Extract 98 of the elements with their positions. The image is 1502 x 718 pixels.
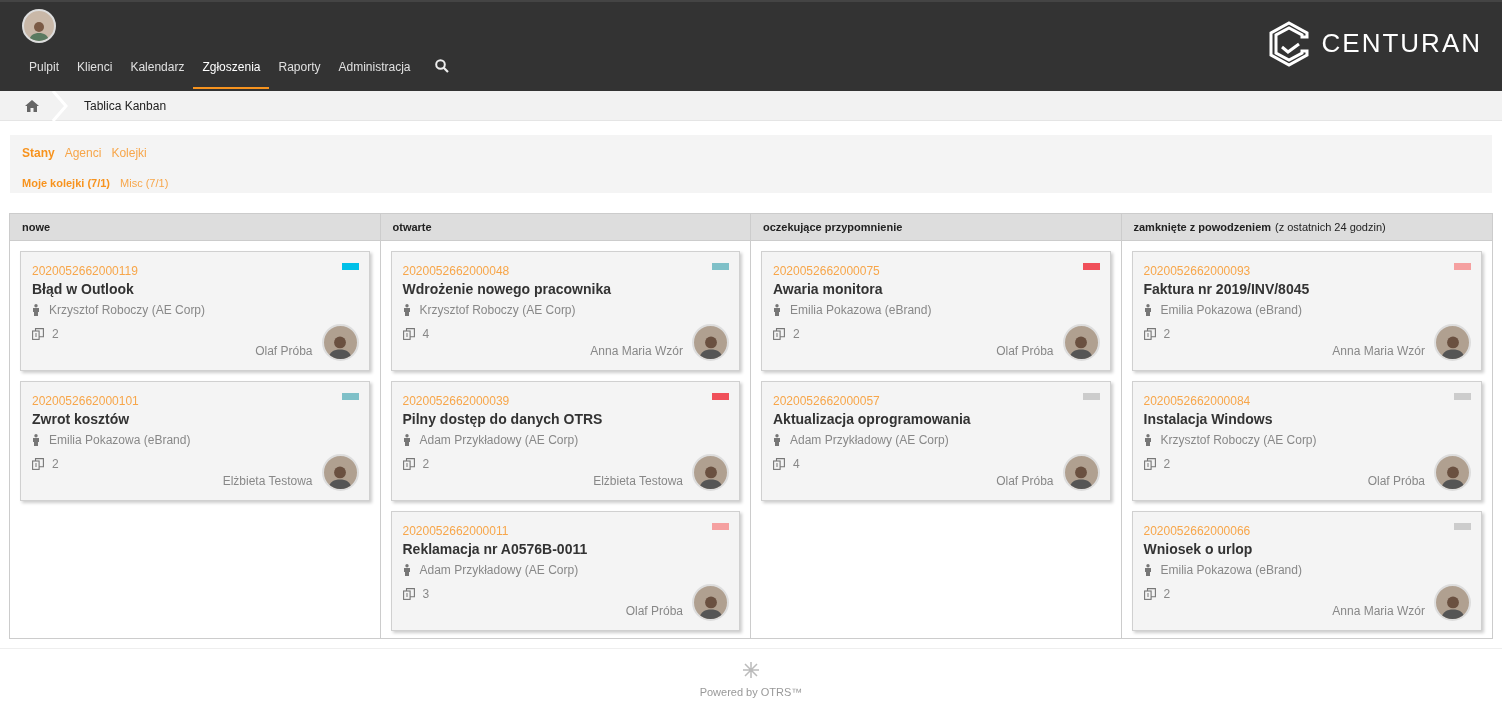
customer-name: Adam Przykładowy (AE Corp) xyxy=(790,432,949,449)
column-title: otwarte xyxy=(392,219,432,235)
person-icon xyxy=(773,304,781,316)
articles-icon xyxy=(32,458,44,470)
customer-name: Adam Przykładowy (AE Corp) xyxy=(419,562,579,579)
article-count: 4 xyxy=(422,326,430,343)
owner-avatar xyxy=(692,324,729,361)
breadcrumb-link[interactable]: Tablica Kanban xyxy=(84,96,167,115)
ticket-title: Reklamacja nr A0576B-0011 xyxy=(402,540,589,558)
owner-avatar xyxy=(692,584,729,621)
ticket-card[interactable]: 2020052662000011 Reklamacja nr A0576B-0011 Adam Przykładowy (AE Corp) 3 Olaf Próba xyxy=(390,511,740,631)
ticket-card[interactable]: 2020052662000057 Aktualizacja oprogramowania Adam Przykładowy (AE Corp) 4 Olaf Próba xyxy=(761,381,1111,501)
customer-name: Emilia Pokazowa (eBrand) xyxy=(790,302,932,319)
articles-icon xyxy=(1143,458,1156,470)
ticket-title: Faktura nr 2019/INV/8045 xyxy=(1143,280,1311,298)
owner-name: Elżbieta Testowa xyxy=(222,473,313,490)
ticket-title: Aktualizacja oprogramowania xyxy=(773,410,972,428)
ticket-card[interactable]: 2020052662000119 Błąd w Outlook Krzysztof Roboczy (AE Corp) 2 Olaf Próba xyxy=(20,251,370,371)
ticket-title: Zwrot kosztów xyxy=(32,410,131,428)
owner-name: Olaf Próba xyxy=(255,343,313,360)
ticket-card[interactable]: 2020052662000066 Wniosek o urlop Emilia Pokazowa (eBrand) 2 Anna Maria Wzór xyxy=(1131,511,1482,631)
column-title: nowe xyxy=(22,219,51,235)
person-icon xyxy=(773,434,781,446)
article-count: 2 xyxy=(1163,326,1171,343)
customer-name: Emilia Pokazowa (eBrand) xyxy=(1160,302,1302,319)
owner-name: Olaf Próba xyxy=(996,343,1054,360)
owner-avatar xyxy=(1434,454,1471,491)
nav-tab[interactable]: Administracja xyxy=(329,56,420,89)
person-icon xyxy=(32,434,40,446)
nav-tab[interactable]: Zgłoszenia xyxy=(193,56,270,89)
home-icon[interactable] xyxy=(25,99,39,112)
article-count: 2 xyxy=(52,456,59,473)
article-count: 2 xyxy=(52,326,59,343)
articles-icon xyxy=(773,458,785,470)
search-icon[interactable] xyxy=(434,59,449,73)
articles-icon xyxy=(402,458,415,470)
owner-avatar xyxy=(1062,324,1100,361)
article-count: 2 xyxy=(1163,456,1171,473)
person-icon xyxy=(402,564,411,576)
customer-name: Krzysztof Roboczy (AE Corp) xyxy=(1160,432,1317,449)
customer-name: Krzysztof Roboczy (AE Corp) xyxy=(419,302,576,319)
customer-name: Krzysztof Roboczy (AE Corp) xyxy=(49,302,206,319)
person-icon xyxy=(402,434,411,446)
articles-icon xyxy=(402,328,415,340)
articles-icon xyxy=(1143,328,1156,340)
ticket-card[interactable]: 2020052662000101 Zwrot kosztów Emilia Pokazowa (eBrand) 2 Elżbieta Testowa xyxy=(20,381,370,501)
owner-avatar xyxy=(692,454,729,491)
ticket-title: Awaria monitora xyxy=(773,280,884,298)
owner-name: Anna Maria Wzór xyxy=(1332,603,1425,620)
ticket-title: Pilny dostęp do danych OTRS xyxy=(402,410,604,428)
nav-tab[interactable]: Raporty xyxy=(269,56,330,89)
owner-avatar xyxy=(1434,324,1471,361)
article-count: 2 xyxy=(793,326,800,343)
owner-avatar xyxy=(1062,454,1100,491)
articles-icon xyxy=(402,588,415,600)
article-count: 2 xyxy=(422,456,430,473)
ticket-card[interactable]: 2020052662000039 Pilny dostęp do danych OTRS Adam Przykładowy (AE Corp) 2 Elżbieta Testowa xyxy=(390,381,740,501)
breadcrumb-chevron-icon xyxy=(52,90,68,121)
nav-tab[interactable]: Kalendarz xyxy=(121,56,194,89)
person-icon xyxy=(1143,434,1152,446)
ticket-title: Wdrożenie nowego pracownika xyxy=(402,280,612,298)
footer-text: Powered by OTRS™ xyxy=(699,685,803,700)
ticket-card[interactable]: 2020052662000075 Awaria monitora Emilia Pokazowa (eBrand) 2 Olaf Próba xyxy=(761,251,1111,371)
articles-icon xyxy=(32,328,44,340)
customer-name: Emilia Pokazowa (eBrand) xyxy=(1160,562,1302,579)
article-count: 2 xyxy=(1163,586,1171,603)
customer-name: Emilia Pokazowa (eBrand) xyxy=(49,432,191,449)
person-icon xyxy=(32,304,40,316)
person-icon xyxy=(1143,564,1152,576)
user-avatar[interactable] xyxy=(22,9,56,43)
person-icon xyxy=(402,304,411,316)
person-icon xyxy=(1143,304,1152,316)
articles-icon xyxy=(1143,588,1156,600)
article-count: 3 xyxy=(422,586,430,603)
nav-tab[interactable]: Pulpit xyxy=(20,56,69,89)
article-count: 4 xyxy=(793,456,800,473)
owner-avatar xyxy=(1434,584,1471,621)
owner-name: Elżbieta Testowa xyxy=(593,473,683,490)
owner-avatar xyxy=(321,454,359,491)
ticket-card[interactable]: 2020052662000048 Wdrożenie nowego pracownika Krzysztof Roboczy (AE Corp) 4 Anna Maria Wzór xyxy=(390,251,740,371)
articles-icon xyxy=(773,328,785,340)
column-title: zamknięte z powodzeniem xyxy=(1133,219,1272,235)
owner-name: Olaf Próba xyxy=(996,473,1054,490)
column-title: oczekujące przypomnienie xyxy=(763,219,903,235)
column-note: (z ostatnich 24 godzin) xyxy=(1275,219,1386,235)
customer-name: Adam Przykładowy (AE Corp) xyxy=(419,432,579,449)
owner-name: Anna Maria Wzór xyxy=(590,343,683,360)
ticket-title: Instalacja Windows xyxy=(1143,410,1274,428)
owner-avatar xyxy=(321,324,359,361)
owner-name: Olaf Próba xyxy=(1367,473,1425,490)
ticket-title: Błąd w Outlook xyxy=(32,280,135,298)
owner-name: Olaf Próba xyxy=(625,603,683,620)
ticket-card[interactable]: 2020052662000084 Instalacja Windows Krzysztof Roboczy (AE Corp) 2 Olaf Próba xyxy=(1131,381,1482,501)
ticket-title: Wniosek o urlop xyxy=(1143,540,1254,558)
nav-tab[interactable]: Klienci xyxy=(68,56,122,89)
ticket-card[interactable]: 2020052662000093 Faktura nr 2019/INV/8045 Emilia Pokazowa (eBrand) 2 Anna Maria Wzór xyxy=(1131,251,1482,371)
logo-text: CENTURAN xyxy=(1321,27,1482,60)
owner-name: Anna Maria Wzór xyxy=(1332,343,1425,360)
